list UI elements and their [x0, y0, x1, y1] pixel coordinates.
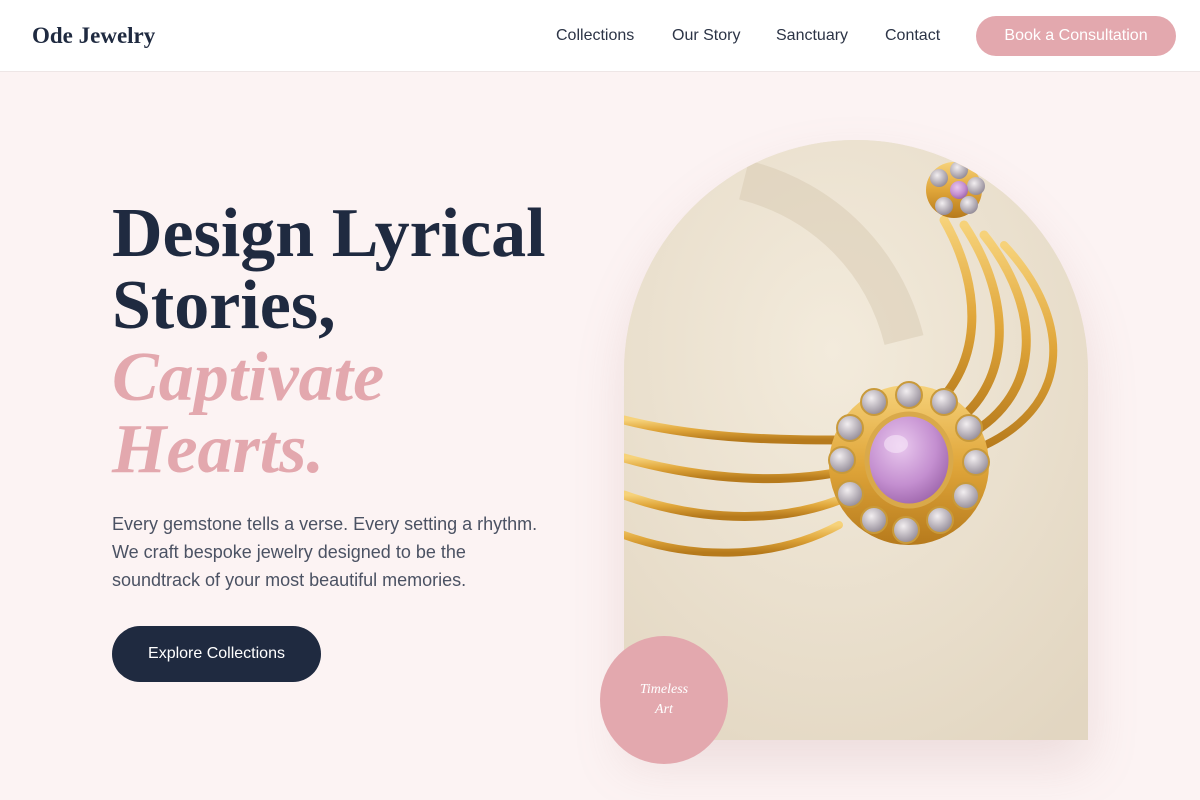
- headline-accent-line: Captivate: [112, 339, 385, 416]
- headline-line: Design Lyrical: [112, 195, 546, 272]
- nav-link-collections[interactable]: Collections: [556, 25, 634, 47]
- headline-accent-line: Hearts.: [112, 411, 324, 488]
- badge-line: Timeless: [639, 682, 689, 697]
- nav-link-our-story[interactable]: Our Story: [672, 25, 740, 47]
- explore-collections-button[interactable]: Explore Collections: [112, 626, 321, 682]
- hero-description: Every gemstone tells a verse. Every sett…: [112, 514, 538, 590]
- site-header: Ode Jewelry Collections Our Story Sanctu…: [0, 0, 1200, 72]
- badge-line: Art: [655, 702, 673, 717]
- hero-headline: Design Lyrical Stories, Captivate Hearts…: [112, 198, 582, 486]
- book-consultation-button[interactable]: Book a Consultation: [976, 16, 1176, 56]
- nav-link-contact[interactable]: Contact: [885, 25, 940, 47]
- timeless-art-badge: Timeless Art: [600, 636, 728, 764]
- logo[interactable]: Ode Jewelry: [32, 22, 155, 50]
- headline-line: Stories,: [112, 267, 336, 344]
- nav-link-sanctuary[interactable]: Sanctuary: [776, 25, 848, 47]
